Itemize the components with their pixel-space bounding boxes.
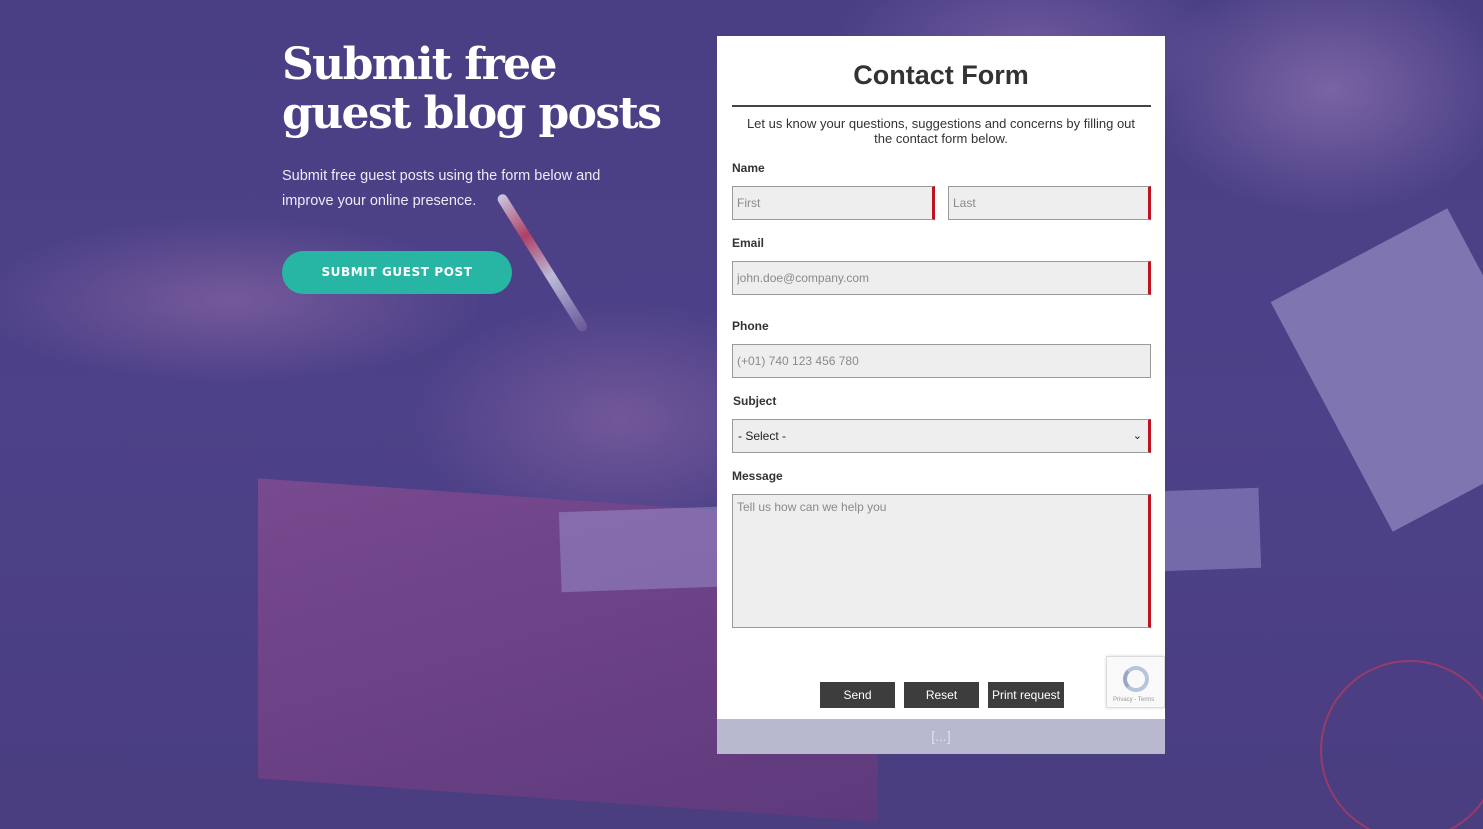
phone-label: Phone	[732, 319, 769, 333]
subject-label: Subject	[733, 394, 777, 408]
recaptcha-icon	[1123, 666, 1149, 692]
contact-form-card: Contact Form Let us know your questions,…	[717, 36, 1165, 754]
message-field[interactable]	[732, 494, 1151, 628]
submit-guest-post-button[interactable]: SUBMIT GUEST POST	[282, 251, 512, 294]
email-label: Email	[732, 236, 765, 250]
hero-section: Submit free guest blog posts Submit free…	[282, 40, 682, 294]
recaptcha-terms: Privacy - Terms	[1113, 697, 1155, 703]
send-button[interactable]: Send	[820, 682, 895, 708]
form-subtitle: Let us know your questions, suggestions …	[746, 116, 1136, 146]
phone-field[interactable]	[732, 344, 1151, 378]
subject-select[interactable]: - Select - ⌄	[732, 419, 1151, 453]
name-label: Name	[732, 161, 765, 175]
hero-description: Submit free guest posts using the form b…	[282, 168, 601, 209]
background-paper-right	[1270, 208, 1483, 532]
background-cable	[1320, 660, 1483, 829]
hero-title: Submit free guest blog posts	[282, 39, 662, 139]
email-field[interactable]	[732, 261, 1151, 295]
subject-selected-value: - Select -	[738, 429, 787, 443]
last-name-field[interactable]	[948, 186, 1151, 220]
message-label: Message	[732, 469, 783, 483]
first-name-field[interactable]	[732, 186, 935, 220]
reset-button[interactable]: Reset	[904, 682, 979, 708]
form-title: Contact Form	[853, 60, 1029, 90]
chevron-down-icon: ⌄	[1132, 430, 1142, 442]
print-request-button[interactable]: Print request	[988, 682, 1064, 708]
form-footer: [...]	[717, 719, 1165, 754]
recaptcha-badge[interactable]: Privacy - Terms	[1106, 656, 1165, 708]
